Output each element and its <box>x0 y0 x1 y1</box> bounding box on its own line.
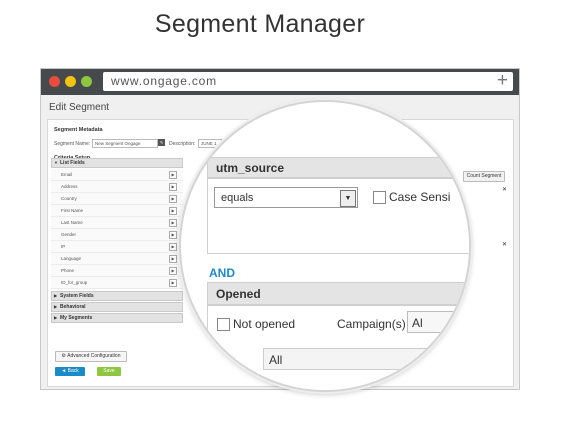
segment-name-input[interactable]: New Segment Ongage <box>92 139 158 148</box>
list-field-label: IP <box>61 244 66 249</box>
list-field-item[interactable]: Last Name ▶ <box>51 217 183 229</box>
list-field-item[interactable]: Email ▶ <box>51 169 183 181</box>
edit-name-icon[interactable]: ✎ <box>158 139 165 146</box>
list-field-label: First Name <box>61 208 84 213</box>
segment-metadata-heading: Segment Metadata <box>54 127 103 133</box>
add-field-arrow-icon[interactable]: ▶ <box>169 255 177 263</box>
list-field-item[interactable]: IP ▶ <box>51 241 183 253</box>
list-field-label: ID_for_group <box>61 280 88 285</box>
my-segments-header[interactable]: My Segments <box>51 313 183 323</box>
close-criteria-icon[interactable]: ✕ <box>502 241 507 248</box>
all-select[interactable]: All <box>263 348 463 370</box>
list-field-label: Last Name <box>61 220 83 225</box>
list-field-item[interactable]: Phone ▶ <box>51 265 183 277</box>
campaigns-label: Campaign(s) <box>337 317 406 331</box>
magnifier-lens: utm_source equals ▼ Case Sensi AND Opene… <box>179 100 471 392</box>
list-field-item[interactable]: Gender ▶ <box>51 229 183 241</box>
list-fields-header[interactable]: List Fields <box>51 158 183 168</box>
add-field-arrow-icon[interactable]: ▶ <box>169 171 177 179</box>
list-field-label: Language <box>61 256 82 261</box>
case-sensitive-checkbox[interactable] <box>373 191 386 204</box>
add-field-arrow-icon[interactable]: ▶ <box>169 195 177 203</box>
add-field-arrow-icon[interactable]: ▶ <box>169 183 177 191</box>
browser-toolbar: www.ongage.com + <box>41 69 519 95</box>
maximize-window-dot[interactable] <box>81 76 92 87</box>
description-label: Description: <box>169 141 196 147</box>
address-bar-url: www.ongage.com <box>111 74 217 88</box>
criteria-field-header: utm_source <box>207 157 469 178</box>
opened-criteria-header: Opened <box>207 282 469 305</box>
add-field-arrow-icon[interactable]: ▶ <box>169 279 177 287</box>
minimize-window-dot[interactable] <box>65 76 76 87</box>
new-tab-plus-icon[interactable]: + <box>497 70 508 92</box>
back-button[interactable]: ◄ Back <box>55 367 85 376</box>
close-criteria-icon[interactable]: ✕ <box>502 186 507 193</box>
list-field-label: Country <box>61 196 77 201</box>
count-segment-button[interactable]: Count Segment <box>463 171 505 182</box>
list-field-item[interactable]: Country ▶ <box>51 193 183 205</box>
advanced-configuration-button[interactable]: ⚙ Advanced Configuration <box>55 351 127 362</box>
list-field-item[interactable]: Language ▶ <box>51 253 183 265</box>
list-field-item[interactable]: Address ▶ <box>51 181 183 193</box>
add-field-arrow-icon[interactable]: ▶ <box>169 231 177 239</box>
operator-select[interactable]: equals ▼ <box>214 187 358 208</box>
add-field-arrow-icon[interactable]: ▶ <box>169 219 177 227</box>
list-field-label: Email <box>61 172 73 177</box>
behavioral-header[interactable]: Behavioral <box>51 302 183 312</box>
list-field-label: Address <box>61 184 78 189</box>
add-field-arrow-icon[interactable]: ▶ <box>169 207 177 215</box>
not-opened-label: Not opened <box>233 317 296 331</box>
all-select-value: All <box>269 353 283 367</box>
campaigns-select-value: Al <box>412 316 423 330</box>
page-headline: Segment Manager <box>154 10 366 38</box>
address-bar[interactable]: www.ongage.com + <box>103 70 513 92</box>
add-field-arrow-icon[interactable]: ▶ <box>169 267 177 275</box>
system-fields-header[interactable]: System Fields <box>51 291 183 301</box>
close-window-dot[interactable] <box>49 76 60 87</box>
page-title: Edit Segment <box>49 102 110 113</box>
advanced-configuration-label: Advanced Configuration <box>67 353 121 359</box>
list-field-label: Gender <box>61 232 77 237</box>
not-opened-checkbox[interactable] <box>217 318 230 331</box>
operator-select-value: equals <box>221 192 254 204</box>
add-field-arrow-icon[interactable]: ▶ <box>169 243 177 251</box>
case-sensitive-label: Case Sensi <box>389 190 451 204</box>
list-fields: Email ▶ Address ▶ Country ▶ First Name ▶ Last Na… <box>51 169 183 289</box>
and-operator-label: AND <box>209 266 235 280</box>
list-field-item[interactable]: First Name ▶ <box>51 205 183 217</box>
segment-name-label: Segment Name: <box>54 141 91 147</box>
save-button[interactable]: Save <box>97 367 121 376</box>
chevron-down-icon: ▼ <box>340 190 356 207</box>
list-field-label: Phone <box>61 268 75 273</box>
campaigns-select[interactable]: Al <box>407 311 467 333</box>
fields-panel: List Fields Email▶Address▶Country▶First … <box>51 158 183 324</box>
list-field-item[interactable]: ID_for_group ▶ <box>51 277 183 289</box>
